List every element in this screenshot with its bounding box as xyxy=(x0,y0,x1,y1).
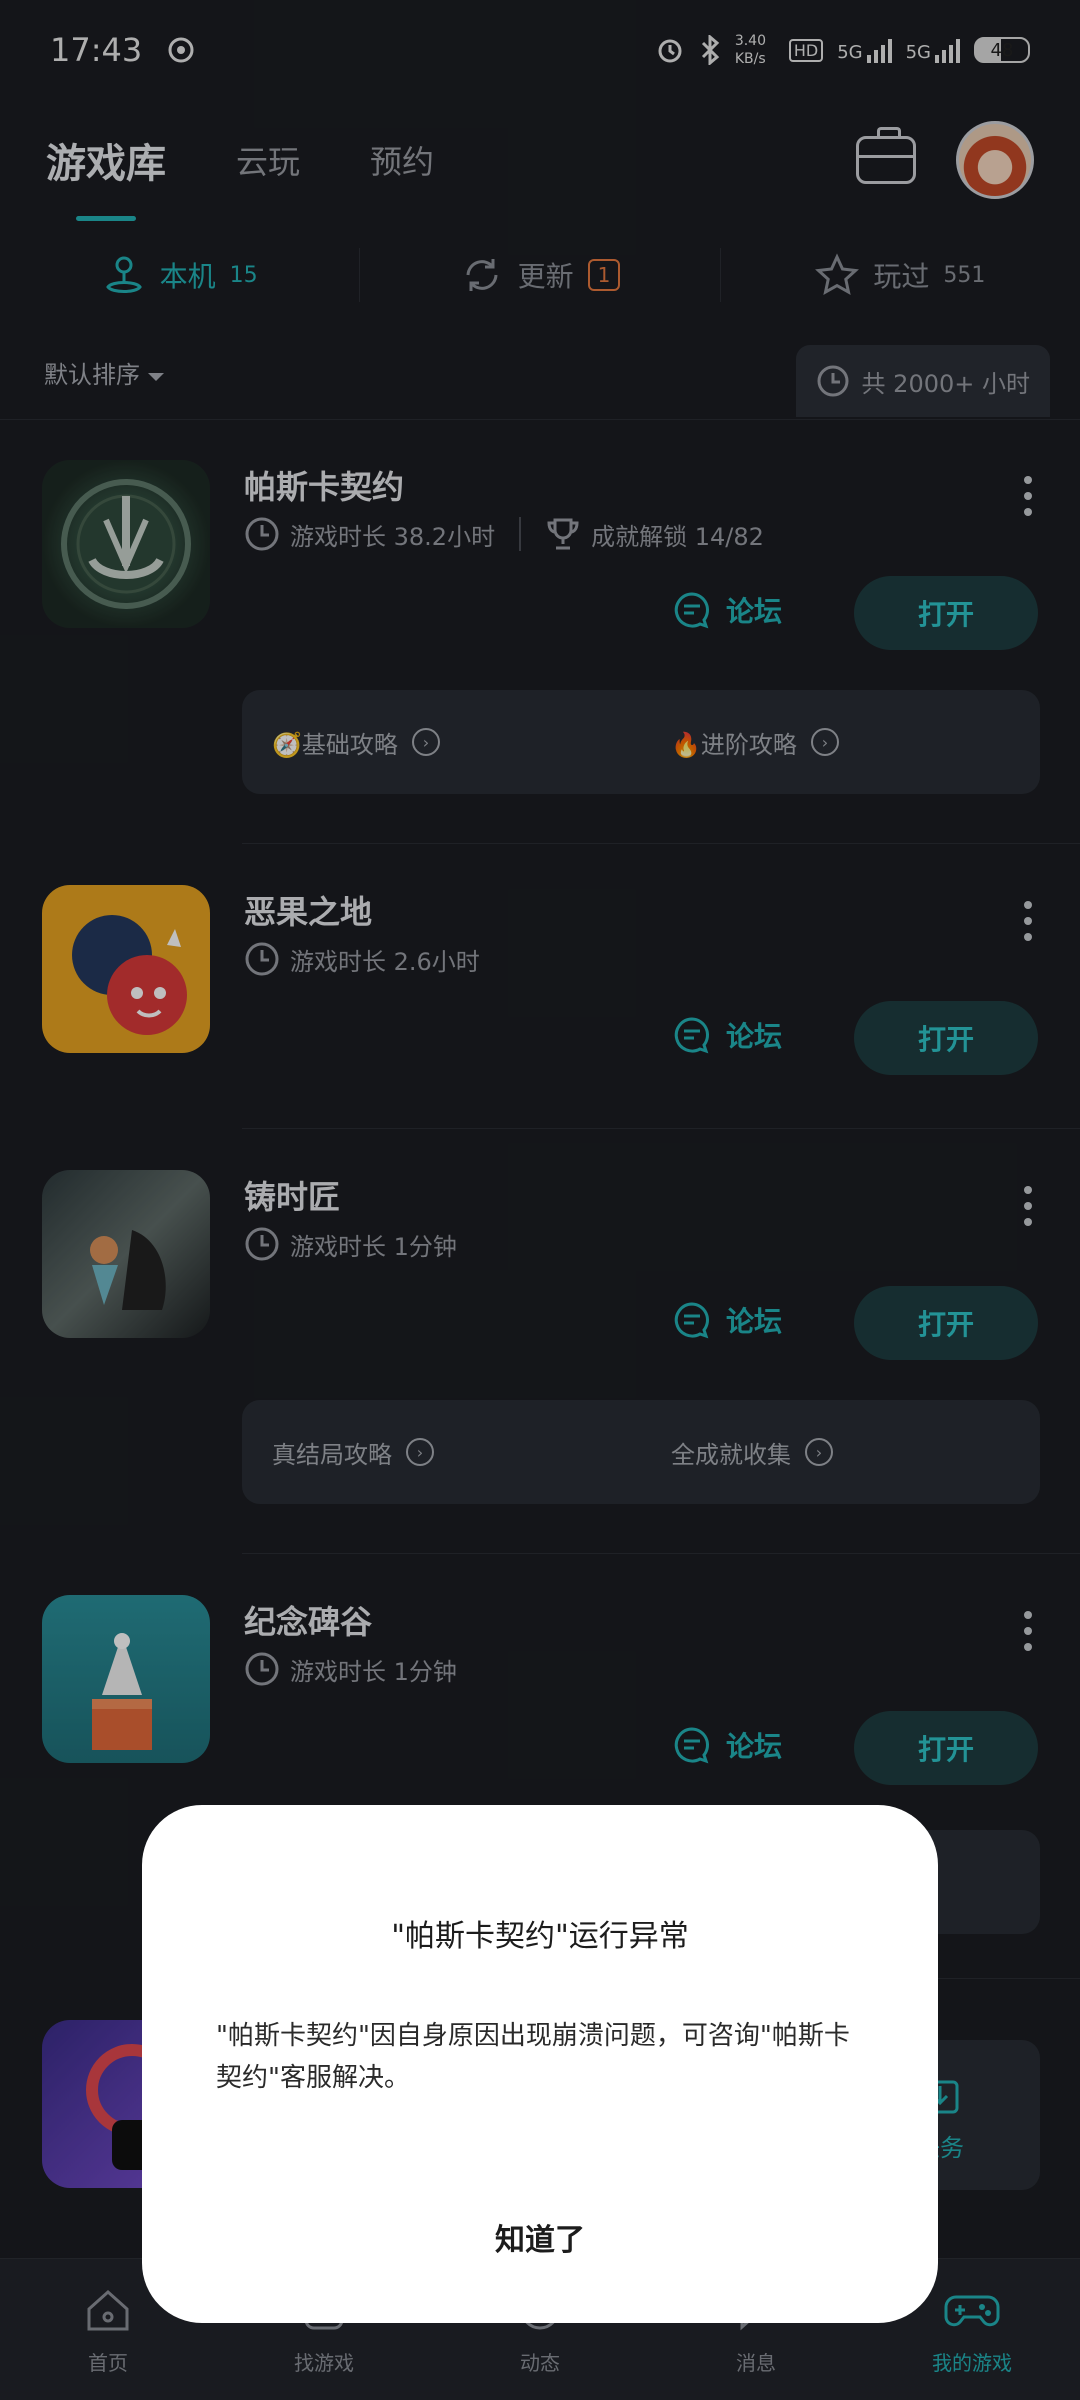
dialog-title: "帕斯卡契约"运行异常 xyxy=(391,1919,689,1954)
crash-dialog: "帕斯卡契约"运行异常 "帕斯卡契约"因自身原因出现崩溃问题，可咨询"帕斯卡契约… xyxy=(142,1805,938,2323)
dialog-ok-button[interactable]: 知道了 xyxy=(142,2215,938,2259)
dialog-message: "帕斯卡契约"因自身原因出现崩溃问题，可咨询"帕斯卡契约"客服解决。 xyxy=(216,2021,850,2093)
